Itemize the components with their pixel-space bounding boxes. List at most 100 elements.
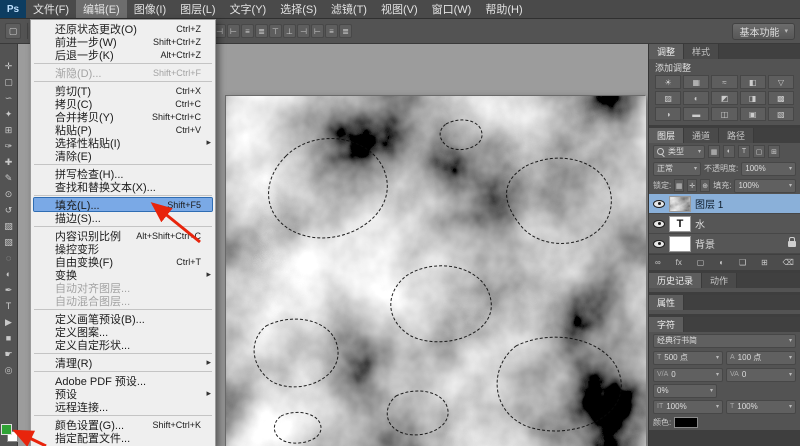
threshold-icon[interactable]: ◫ — [711, 107, 738, 121]
lock-position-icon[interactable]: ✛ — [687, 179, 698, 192]
eyedropper-tool[interactable]: ✑ — [1, 138, 17, 154]
shape-layer-filter-icon[interactable]: ▢ — [753, 145, 765, 158]
lock-all-icon[interactable]: ⊕ — [700, 179, 711, 192]
eraser-tool[interactable]: ▨ — [1, 218, 17, 234]
healing-brush-tool[interactable]: ✚ — [1, 154, 17, 170]
invert-icon[interactable]: ◑ — [655, 107, 682, 121]
menubar-item-file[interactable]: 文件(F) — [26, 0, 76, 18]
tab-character[interactable]: 字符 — [649, 317, 685, 332]
adjustment-layer-filter-icon[interactable]: ◐ — [723, 145, 735, 158]
menu-item-purge[interactable]: 清理(R) — [31, 356, 215, 370]
background-thumbnail[interactable] — [669, 235, 691, 252]
pixel-layer-filter-icon[interactable]: ▦ — [708, 145, 720, 158]
menubar-item-image[interactable]: 图像(I) — [127, 0, 173, 18]
font-size-field[interactable]: T 500 点 — [653, 350, 723, 365]
hand-tool[interactable]: ☛ — [1, 346, 17, 362]
photo-filter-icon[interactable]: ◨ — [739, 91, 766, 105]
distribute-center-icon[interactable]: ≡ — [325, 24, 339, 38]
selective-color-icon[interactable]: ▧ — [767, 107, 794, 121]
font-family-select[interactable]: 经典行书简 — [653, 333, 796, 348]
blur-tool[interactable]: ◌ — [1, 250, 17, 266]
crop-tool[interactable]: ⊞ — [1, 122, 17, 138]
black-white-icon[interactable]: ◩ — [711, 91, 738, 105]
menu-item-assign-profile[interactable]: 指定配置文件... — [31, 431, 215, 445]
layer-group-icon[interactable]: ❑ — [739, 258, 746, 267]
menubar-item-type[interactable]: 文字(Y) — [223, 0, 274, 18]
tab-history[interactable]: 历史记录 — [649, 273, 703, 288]
layer-mask-icon[interactable]: ▢ — [697, 258, 705, 267]
text-color-swatch[interactable] — [674, 417, 699, 428]
tsume-field[interactable]: 0% — [653, 383, 717, 398]
type-layer-filter-icon[interactable]: T — [738, 145, 750, 158]
link-layers-icon[interactable]: ∞ — [655, 258, 661, 267]
hue-saturation-icon[interactable]: ▨ — [655, 91, 682, 105]
document-canvas[interactable] — [225, 95, 646, 446]
menu-item-step-backward[interactable]: 后退一步(K) Alt+Ctrl+Z — [31, 48, 215, 62]
layer-row-layer1[interactable]: 图层 1 — [649, 194, 800, 214]
tab-actions[interactable]: 动作 — [702, 273, 738, 288]
zoom-tool[interactable]: ◎ — [1, 362, 17, 378]
menubar-item-help[interactable]: 帮助(H) — [478, 0, 529, 18]
align-middle-icon[interactable]: ≣ — [255, 24, 269, 38]
menu-item-find-replace[interactable]: 查找和替换文本(X)... — [31, 180, 215, 194]
tracking-field[interactable]: VA 0 — [726, 367, 796, 382]
dodge-tool[interactable]: ◐ — [1, 266, 17, 282]
foreground-color-swatch[interactable] — [1, 424, 12, 435]
fill-field[interactable]: 100% — [734, 178, 796, 193]
layer-name[interactable]: 图层 1 — [695, 196, 723, 211]
leading-field[interactable]: A 100 点 — [726, 350, 796, 365]
shape-tool[interactable]: ■ — [1, 330, 17, 346]
distribute-right-icon[interactable]: ⊢ — [311, 24, 325, 38]
type-tool[interactable]: T — [1, 298, 17, 314]
visibility-eye-icon[interactable] — [653, 239, 665, 248]
opacity-field[interactable]: 100% — [741, 161, 796, 176]
tool-preset-icon[interactable]: ▢ — [5, 23, 21, 39]
menubar-item-filter[interactable]: 滤镜(T) — [324, 0, 374, 18]
quick-selection-tool[interactable]: ✦ — [1, 106, 17, 122]
menubar-item-edit[interactable]: 编辑(E) — [76, 0, 127, 18]
horizontal-scale-field[interactable]: T 100% — [726, 399, 796, 414]
visibility-eye-icon[interactable] — [653, 219, 665, 228]
curves-icon[interactable]: ≈ — [711, 75, 738, 89]
menubar-item-window[interactable]: 窗口(W) — [425, 0, 479, 18]
kerning-field[interactable]: V/A 0 — [653, 367, 723, 382]
align-right-icon[interactable]: ⊢ — [227, 24, 241, 38]
path-selection-tool[interactable]: ▶ — [1, 314, 17, 330]
layer-filter-select[interactable]: 类型 — [653, 144, 705, 159]
workspace-switcher-button[interactable]: 基本功能 — [732, 22, 795, 40]
layer-row-text[interactable]: T 水 — [649, 214, 800, 234]
type-layer-thumbnail[interactable]: T — [669, 215, 691, 232]
clone-stamp-tool[interactable]: ⊙ — [1, 186, 17, 202]
exposure-icon[interactable]: ◧ — [739, 75, 766, 89]
new-layer-icon[interactable]: ⊞ — [761, 258, 768, 267]
menu-item-clear[interactable]: 清除(E) — [31, 149, 215, 163]
distribute-bottom-icon[interactable]: ⊥ — [283, 24, 297, 38]
tab-layers[interactable]: 图层 — [649, 128, 685, 143]
color-balance-icon[interactable]: ◐ — [683, 91, 710, 105]
distribute-left-icon[interactable]: ⊣ — [297, 24, 311, 38]
tab-adjustments[interactable]: 调整 — [649, 44, 685, 59]
pen-tool[interactable]: ✒ — [1, 282, 17, 298]
brightness-contrast-icon[interactable]: ☀ — [655, 75, 682, 89]
distribute-top-icon[interactable]: ⊤ — [269, 24, 283, 38]
tab-properties[interactable]: 属性 — [649, 295, 685, 310]
menubar-item-view[interactable]: 视图(V) — [374, 0, 425, 18]
blend-mode-select[interactable]: 正常 — [653, 161, 701, 176]
distribute-middle-icon[interactable]: ≣ — [339, 24, 353, 38]
menubar-item-layer[interactable]: 图层(L) — [173, 0, 222, 18]
layer-effects-icon[interactable]: fx — [676, 258, 682, 267]
menu-item-stroke[interactable]: 描边(S)... — [31, 211, 215, 225]
lock-transparent-icon[interactable]: ▦ — [674, 179, 685, 192]
adjustment-layer-icon[interactable]: ◐ — [719, 258, 724, 267]
gradient-tool[interactable]: ▧ — [1, 234, 17, 250]
posterize-icon[interactable]: ▬ — [683, 107, 710, 121]
menubar-item-select[interactable]: 选择(S) — [273, 0, 324, 18]
history-brush-tool[interactable]: ↺ — [1, 202, 17, 218]
move-tool[interactable]: ✛ — [1, 58, 17, 74]
lasso-tool[interactable]: ∽ — [1, 90, 17, 106]
tab-channels[interactable]: 通道 — [684, 128, 720, 143]
brush-tool[interactable]: ✎ — [1, 170, 17, 186]
layer-row-background[interactable]: 背景 — [649, 234, 800, 254]
channel-mixer-icon[interactable]: ▩ — [767, 91, 794, 105]
tab-styles[interactable]: 样式 — [684, 44, 720, 59]
